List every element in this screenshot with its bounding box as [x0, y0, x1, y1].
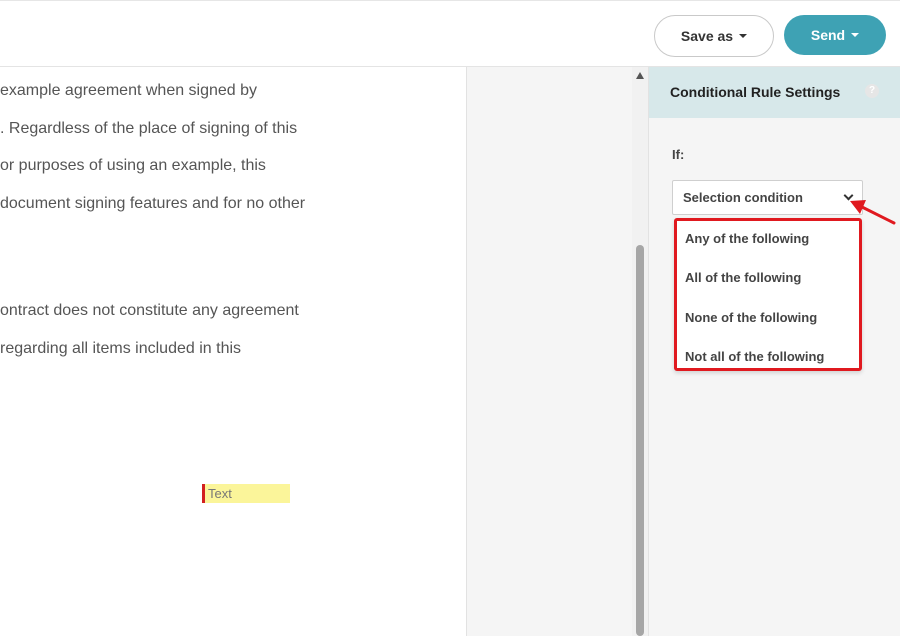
condition-dropdown-menu: Any of the following All of the followin… [674, 218, 862, 371]
text-field[interactable]: Text [202, 484, 290, 503]
option-any[interactable]: Any of the following [685, 231, 809, 246]
conditional-rule-panel: Conditional Rule Settings ? If: Selectio… [648, 67, 900, 636]
save-as-label: Save as [680, 28, 734, 44]
document-line: . Regardless of the place of signing of … [0, 120, 298, 137]
document-line: regarding all items included in this [0, 340, 242, 357]
caret-down-icon [851, 33, 860, 37]
panel-title: Conditional Rule Settings [670, 84, 841, 100]
scrollbar-thumb[interactable] [636, 245, 644, 636]
annotation-arrow-icon [850, 200, 896, 225]
option-none[interactable]: None of the following [685, 310, 817, 325]
document-line: document signing features and for no oth… [0, 195, 306, 212]
scroll-up-icon[interactable] [636, 72, 644, 79]
document-line: ontract does not constitute any agreemen… [0, 302, 299, 319]
document-line: example agreement when signed by [0, 82, 258, 99]
help-icon[interactable]: ? [865, 84, 879, 98]
document-scrollbar[interactable] [632, 67, 648, 636]
panel-header: Conditional Rule Settings ? [649, 67, 900, 118]
document-page: example agreement when signed by . Regar… [0, 67, 467, 636]
option-not-all[interactable]: Not all of the following [685, 349, 824, 364]
if-label: If: [672, 147, 685, 162]
option-all[interactable]: All of the following [685, 270, 801, 285]
document-line: or purposes of using an example, this [0, 157, 266, 174]
top-toolbar: Save as Send [0, 0, 900, 67]
save-as-button[interactable]: Save as [654, 15, 774, 57]
document-viewer: example agreement when signed by . Regar… [0, 67, 632, 636]
selection-condition-select[interactable]: Selection condition [672, 180, 863, 215]
select-value: Selection condition [683, 190, 803, 205]
send-button[interactable]: Send [784, 15, 886, 55]
caret-down-icon [739, 34, 748, 38]
send-label: Send [810, 27, 846, 43]
